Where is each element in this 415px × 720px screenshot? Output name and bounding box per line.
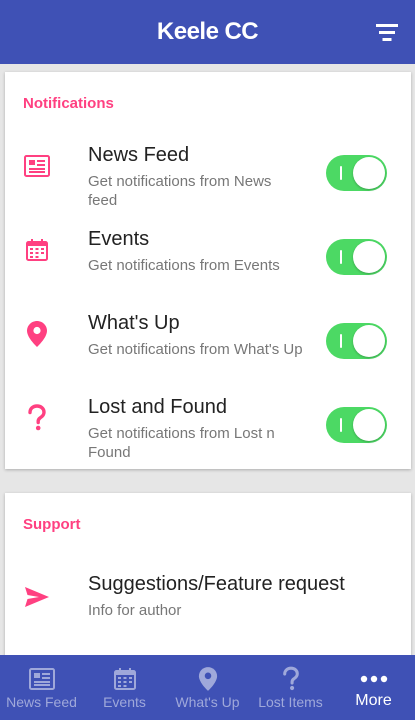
location-pin-icon xyxy=(193,665,223,693)
nav-events[interactable]: Events xyxy=(83,655,166,720)
app-title-part2: CC xyxy=(224,18,259,45)
more-dots-icon xyxy=(359,665,389,693)
app-bar: Keele CC xyxy=(0,0,415,64)
setting-subtitle: Get notifications from What's Up xyxy=(88,341,303,358)
app-title: Keele CC xyxy=(156,18,259,46)
nav-whats-up[interactable]: What's Up xyxy=(166,655,249,720)
app-title-part1: Keele xyxy=(156,18,219,45)
setting-title: News Feed xyxy=(88,144,190,166)
nav-news-feed[interactable]: News Feed xyxy=(0,655,83,720)
setting-row-whats-up[interactable]: What's Up Get notifications from What's … xyxy=(5,312,411,392)
nav-label: News Feed xyxy=(6,694,77,710)
setting-title: Lost and Found xyxy=(88,396,227,418)
events-toggle[interactable] xyxy=(326,239,387,275)
nav-label: Events xyxy=(103,694,146,710)
filter-icon[interactable] xyxy=(373,20,401,44)
support-section-title: Support xyxy=(23,516,81,533)
notifications-section-title: Notifications xyxy=(23,95,114,112)
nav-more[interactable]: More xyxy=(332,655,415,720)
nav-lost-items[interactable]: Lost Items xyxy=(249,655,332,720)
setting-row-lost-and-found[interactable]: Lost and Found Get notifications from Lo… xyxy=(5,396,411,476)
newspaper-icon xyxy=(23,152,51,180)
calendar-icon xyxy=(23,236,51,264)
setting-row-news-feed[interactable]: News Feed Get notifications from News fe… xyxy=(5,144,411,224)
bottom-nav: News Feed Events What's Up Lost Items Mo… xyxy=(0,655,415,720)
news-feed-toggle[interactable] xyxy=(326,155,387,191)
location-pin-icon xyxy=(23,320,51,348)
support-card: Support Suggestions/Feature request Info… xyxy=(5,493,411,668)
setting-row-events[interactable]: Events Get notifications from Events xyxy=(5,228,411,308)
whats-up-toggle[interactable] xyxy=(326,323,387,359)
question-mark-icon xyxy=(276,665,306,693)
send-icon xyxy=(23,583,51,611)
setting-subtitle: Get notifications from Lost n Found xyxy=(88,425,275,461)
support-subtitle: Info for author xyxy=(88,602,182,619)
setting-subtitle: Get notifications from News feed xyxy=(88,173,272,209)
nav-label: Lost Items xyxy=(258,694,323,710)
setting-title: Events xyxy=(88,228,150,250)
calendar-icon xyxy=(110,665,140,693)
notifications-card: Notifications News Feed Get notification… xyxy=(5,72,411,469)
newspaper-icon xyxy=(27,665,57,693)
support-row-suggestions[interactable]: Suggestions/Feature request Info for aut… xyxy=(5,573,411,653)
support-title: Suggestions/Feature request xyxy=(88,573,345,595)
setting-subtitle: Get notifications from Events xyxy=(88,257,280,274)
lost-and-found-toggle[interactable] xyxy=(326,407,387,443)
nav-label: More xyxy=(355,692,392,709)
question-mark-icon xyxy=(23,404,51,432)
nav-label: What's Up xyxy=(175,694,240,710)
setting-title: What's Up xyxy=(88,312,180,334)
